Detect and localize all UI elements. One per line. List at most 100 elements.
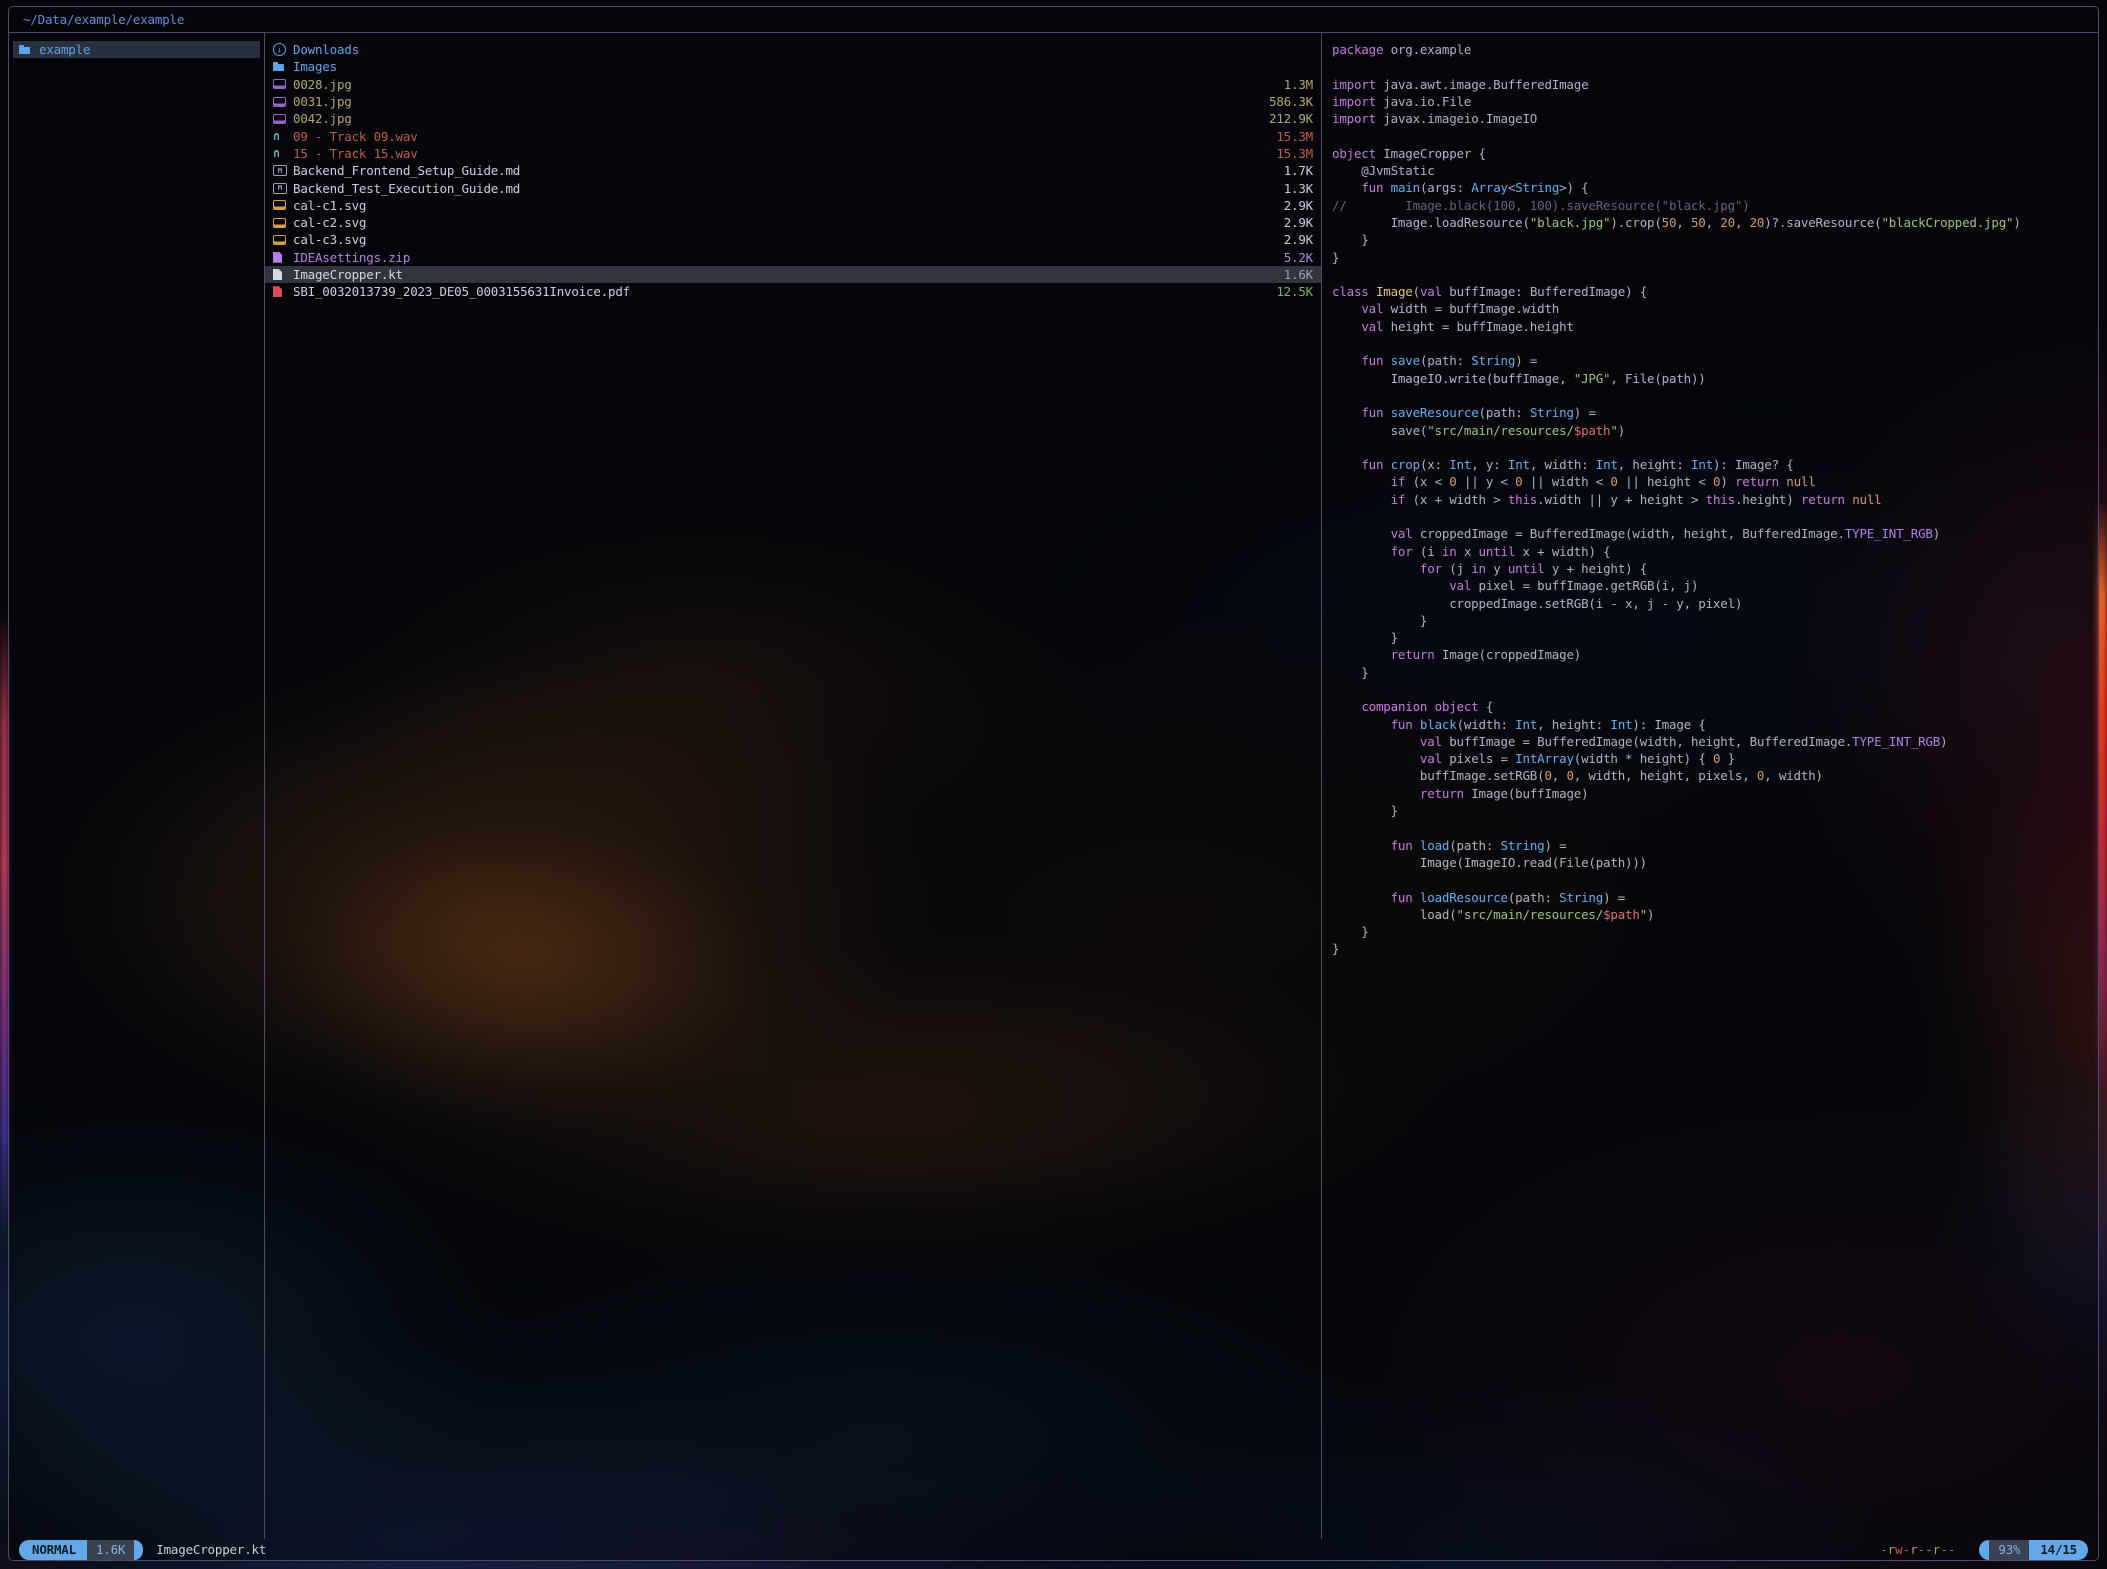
file-size: 12.5K bbox=[1276, 284, 1313, 299]
code-line: } bbox=[1332, 923, 2098, 940]
code-line: class Image(val buffImage: BufferedImage… bbox=[1332, 283, 2098, 300]
code-line: } bbox=[1332, 612, 2098, 629]
file-name: IDEAsettings.zip bbox=[293, 250, 410, 265]
parent-dir-item[interactable]: example bbox=[13, 41, 260, 58]
file-row[interactable]: cal-c2.svg2.9K bbox=[265, 214, 1321, 231]
file-row[interactable]: 09 - Track 09.wav 15.3M bbox=[265, 127, 1321, 144]
preview-pane: package org.example import java.awt.imag… bbox=[1322, 33, 2098, 1539]
file-name: Images bbox=[293, 59, 337, 74]
panes-container: example Downloads Images 0028.jpg1.3M0031.… bbox=[9, 33, 2098, 1539]
file-row[interactable]: Backend_Frontend_Setup_Guide.md1.7K bbox=[265, 162, 1321, 179]
file-row[interactable]: Downloads bbox=[265, 41, 1321, 58]
md-icon bbox=[273, 180, 287, 197]
folder-icon bbox=[19, 41, 33, 58]
file-name: 09 - Track 09.wav bbox=[293, 129, 418, 144]
code-line: croppedImage.setRGB(i - x, j - y, pixel) bbox=[1332, 595, 2098, 612]
file-row[interactable]: Images bbox=[265, 58, 1321, 75]
code-line: load("src/main/resources/$path") bbox=[1332, 906, 2098, 923]
selected-file-size-badge: 1.6K bbox=[87, 1540, 134, 1560]
file-size: 1.6K bbox=[1284, 267, 1313, 282]
code-line bbox=[1332, 266, 2098, 283]
code-line: val buffImage = BufferedImage(width, hei… bbox=[1332, 733, 2098, 750]
code-line: ImageIO.write(buffImage, "JPG", File(pat… bbox=[1332, 370, 2098, 387]
code-line: fun save(path: String) = bbox=[1332, 352, 2098, 369]
code-line: @JvmStatic bbox=[1332, 162, 2098, 179]
statusbar-left: NORMAL 1.6K ImageCropper.kt bbox=[19, 1540, 266, 1560]
svg-icon bbox=[273, 231, 287, 248]
folder-icon bbox=[273, 58, 287, 75]
mode-indicator: NORMAL bbox=[19, 1540, 87, 1560]
file-size: 15.3M bbox=[1276, 146, 1313, 161]
file-name: 0042.jpg bbox=[293, 111, 352, 126]
code-line bbox=[1332, 681, 2098, 698]
file-row[interactable]: cal-c3.svg 2.9K bbox=[265, 231, 1321, 248]
code-line bbox=[1332, 871, 2098, 888]
powerline-separator-icon bbox=[134, 1540, 143, 1560]
code-line: buffImage.setRGB(0, 0, width, height, pi… bbox=[1332, 767, 2098, 784]
code-line: val height = buffImage.height bbox=[1332, 318, 2098, 335]
file-size: 2.9K bbox=[1284, 232, 1313, 247]
code-line: import javax.imageio.ImageIO bbox=[1332, 110, 2098, 127]
file-name: cal-c3.svg bbox=[293, 232, 366, 247]
code-line: val croppedImage = BufferedImage(width, … bbox=[1332, 525, 2098, 542]
code-line bbox=[1332, 58, 2098, 75]
file-row[interactable]: 0028.jpg1.3M bbox=[265, 76, 1321, 93]
terminal-file-manager-window: ~/Data/example/example example Downloads… bbox=[8, 6, 2099, 1561]
code-line: } bbox=[1332, 231, 2098, 248]
jpg-icon bbox=[273, 76, 287, 93]
code-line: package org.example bbox=[1332, 41, 2098, 58]
code-line: if (x < 0 || y < 0 || width < 0 || heigh… bbox=[1332, 473, 2098, 490]
code-line: fun main(args: Array<String>) { bbox=[1332, 179, 2098, 196]
wav-icon bbox=[273, 128, 287, 145]
code-line: } bbox=[1332, 249, 2098, 266]
file-name: Backend_Test_Execution_Guide.md bbox=[293, 181, 520, 196]
svg-icon bbox=[273, 214, 287, 231]
file-row[interactable]: 0042.jpg 212.9K bbox=[265, 110, 1321, 127]
code-line bbox=[1332, 508, 2098, 525]
statusbar-filename: ImageCropper.kt bbox=[156, 1542, 266, 1557]
code-view: package org.example import java.awt.imag… bbox=[1332, 41, 2098, 958]
svg-icon bbox=[273, 197, 287, 214]
jpg-icon bbox=[273, 93, 287, 110]
file-row[interactable]: cal-c1.svg2.9K bbox=[265, 197, 1321, 214]
current-path: ~/Data/example/example bbox=[23, 12, 184, 27]
file-row[interactable]: IDEAsettings.zip 5.2K bbox=[265, 249, 1321, 266]
md-icon bbox=[273, 162, 287, 179]
file-size: 15.3M bbox=[1276, 129, 1313, 144]
pdf-icon bbox=[273, 283, 287, 300]
file-size: 5.2K bbox=[1284, 250, 1313, 265]
code-line: if (x + width > this.width || y + height… bbox=[1332, 491, 2098, 508]
file-row[interactable]: 15 - Track 15.wav 15.3M bbox=[265, 145, 1321, 162]
code-line: return Image(croppedImage) bbox=[1332, 646, 2098, 663]
code-line: fun load(path: String) = bbox=[1332, 837, 2098, 854]
statusbar: NORMAL 1.6K ImageCropper.kt -rw-r--r-- 9… bbox=[9, 1539, 2098, 1560]
file-size: 1.3M bbox=[1284, 77, 1313, 92]
code-line bbox=[1332, 387, 2098, 404]
code-line bbox=[1332, 127, 2098, 144]
jpg-icon bbox=[273, 110, 287, 127]
file-size: 212.9K bbox=[1269, 111, 1313, 126]
code-line: save("src/main/resources/$path") bbox=[1332, 422, 2098, 439]
code-line: return Image(buffImage) bbox=[1332, 785, 2098, 802]
file-row[interactable]: ImageCropper.kt 1.6K bbox=[265, 266, 1321, 283]
code-line bbox=[1332, 819, 2098, 836]
file-name: 0031.jpg bbox=[293, 94, 352, 109]
parent-dir-label: example bbox=[39, 42, 90, 57]
file-name: 15 - Track 15.wav bbox=[293, 146, 418, 161]
download-icon bbox=[273, 41, 287, 58]
code-line bbox=[1332, 439, 2098, 456]
file-name: SBI_0032013739_2023_DE05_0003155631Invoi… bbox=[293, 284, 630, 299]
file-name: Downloads bbox=[293, 42, 359, 57]
powerline-cap-icon bbox=[1979, 1540, 1989, 1560]
code-line: Image(ImageIO.read(File(path))) bbox=[1332, 854, 2098, 871]
code-line bbox=[1332, 335, 2098, 352]
file-size: 586.3K bbox=[1269, 94, 1313, 109]
file-size: 1.3K bbox=[1284, 181, 1313, 196]
code-line: } bbox=[1332, 940, 2098, 957]
file-list-pane: Downloads Images 0028.jpg1.3M0031.jpg 586.3… bbox=[265, 33, 1322, 1539]
file-row[interactable]: SBI_0032013739_2023_DE05_0003155631Invoi… bbox=[265, 283, 1321, 300]
file-name: ImageCropper.kt bbox=[293, 267, 403, 282]
file-row[interactable]: 0031.jpg 586.3K bbox=[265, 93, 1321, 110]
file-row[interactable]: Backend_Test_Execution_Guide.md 1.3K bbox=[265, 179, 1321, 196]
code-line: for (j in y until y + height) { bbox=[1332, 560, 2098, 577]
